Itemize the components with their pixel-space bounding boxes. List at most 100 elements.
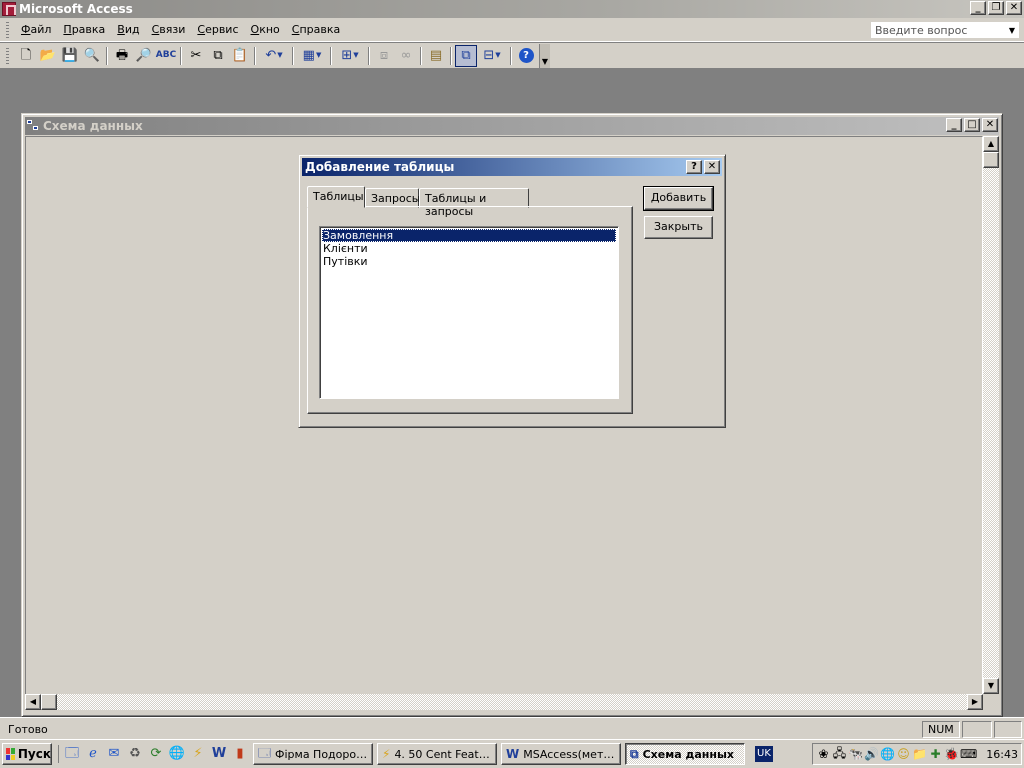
clear-layout-icon[interactable]: ▦ ▼: [297, 45, 327, 67]
language-indicator[interactable]: UK: [755, 746, 773, 762]
num-lock-indicator: NUM: [922, 721, 960, 738]
scroll-down-button[interactable]: ▼: [983, 678, 999, 694]
system-tray: ❀ 🖧 🐄 🔊 🌐 ☺ 📁 ✚ 🐞 ⌨ 16:43: [812, 743, 1022, 765]
toolbar-separator: [420, 46, 422, 65]
taskbar-task-firma[interactable]: 🗔 Фірма Подорож ...: [253, 743, 373, 765]
print-preview-icon[interactable]: 🔎: [133, 45, 155, 67]
relationship-toolbar: 🗋 📂 💾 🔍 🖶 🔎 ABC ✂ ⧉ 📋 ↶ ▼ ▦ ▼ ⊞ ▼ ⧈ ∞ ▤ ⧉ ⊟…: [0, 43, 1024, 69]
internet-explorer-icon[interactable]: ℯ: [84, 745, 102, 763]
relationships-icon[interactable]: ⧉: [455, 44, 477, 67]
menu-window[interactable]: Окно: [245, 21, 286, 38]
paste-icon[interactable]: 📋: [229, 45, 251, 67]
tab-tables[interactable]: Таблицы: [307, 186, 365, 208]
ask-question-box[interactable]: Введите вопрос ▼: [870, 21, 1020, 39]
help-icon[interactable]: ?: [515, 45, 537, 67]
add-table-dialog: Добавление таблицы ? ✕ Таблицы Запросы Т…: [298, 154, 726, 428]
taskbar-task-winamp[interactable]: ⚡ 4. 50 Cent Feat....: [377, 743, 497, 765]
menu-help[interactable]: Справка: [286, 21, 346, 38]
close-dialog-button[interactable]: Закрыть: [644, 216, 713, 239]
menu-view[interactable]: Вид: [111, 21, 145, 38]
open-icon[interactable]: 📂: [37, 45, 59, 67]
menu-relationships[interactable]: Связи: [146, 21, 192, 38]
folder-icon[interactable]: 📁: [912, 747, 927, 761]
desktop-icon[interactable]: 🗔: [63, 745, 81, 763]
globe-icon[interactable]: 🌐: [880, 747, 895, 761]
scroll-left-button[interactable]: ◀: [25, 694, 41, 710]
cow-icon[interactable]: 🐄: [848, 747, 863, 761]
minimize-button[interactable]: _: [970, 1, 986, 15]
size-grip[interactable]: [983, 694, 999, 710]
sync-icon[interactable]: ⟳: [147, 745, 165, 763]
close-button[interactable]: ✕: [982, 118, 998, 132]
show-table-icon[interactable]: ⊞ ▼: [335, 45, 365, 67]
restore-button[interactable]: ❐: [988, 1, 1004, 15]
close-button[interactable]: ✕: [1006, 1, 1022, 15]
copy-icon[interactable]: ⧉: [207, 45, 229, 67]
properties-icon[interactable]: ▤: [425, 45, 447, 67]
toolbar-separator: [180, 46, 182, 65]
relationships-icon[interactable]: [27, 120, 39, 132]
antivirus-icon[interactable]: ✚: [928, 747, 943, 761]
dialog-close-button[interactable]: ✕: [704, 160, 720, 174]
speaker-icon[interactable]: 🔊: [864, 747, 879, 761]
outlook-icon[interactable]: ✉: [105, 745, 123, 763]
chevron-down-icon[interactable]: ▼: [1009, 26, 1015, 35]
scroll-right-button[interactable]: ▶: [967, 694, 983, 710]
winamp-icon[interactable]: ⚡: [189, 745, 207, 763]
recycle-icon[interactable]: ♻: [126, 745, 144, 763]
minimize-button[interactable]: _: [946, 118, 962, 132]
list-item[interactable]: Путівки: [322, 255, 616, 268]
add-table-dialog-title-bar[interactable]: Добавление таблицы ? ✕: [302, 158, 722, 176]
list-item[interactable]: Клієнти: [322, 242, 616, 255]
task-label: Фірма Подорож ...: [275, 747, 368, 761]
word-icon[interactable]: W: [210, 745, 228, 763]
horizontal-scrollbar[interactable]: ◀ ▶: [25, 694, 983, 710]
vertical-scrollbar[interactable]: ▲ ▼: [983, 136, 999, 698]
powerpoint-icon[interactable]: ▮: [231, 745, 249, 763]
relationships-window-title-bar[interactable]: Схема данных _ □ ✕: [25, 117, 999, 135]
app-title-bar[interactable]: Microsoft Access _ ❐ ✕: [0, 0, 1024, 18]
cut-icon[interactable]: ✂: [185, 45, 207, 67]
scroll-thumb[interactable]: [983, 152, 999, 168]
globe-icon[interactable]: 🌐: [168, 745, 186, 763]
save-icon[interactable]: 💾: [59, 45, 81, 67]
flower-icon[interactable]: ❀: [816, 747, 831, 761]
clock[interactable]: 16:43: [986, 748, 1018, 761]
menu-grip[interactable]: [6, 21, 9, 38]
tab-queries[interactable]: Запросы: [365, 188, 420, 208]
keyboard-icon[interactable]: ⌨: [960, 747, 977, 761]
windows-logo-icon: [6, 748, 15, 760]
maximize-button[interactable]: □: [964, 118, 980, 132]
new-object-icon[interactable]: ⊟ ▼: [477, 45, 507, 67]
menu-bar: Файл Правка Вид Связи Сервис Окно Справк…: [0, 18, 1024, 42]
scroll-thumb[interactable]: [41, 694, 57, 710]
menu-edit[interactable]: Правка: [57, 21, 111, 38]
toolbar-options-chevron[interactable]: ▼: [540, 43, 550, 68]
network-icon[interactable]: 🖧: [832, 744, 847, 765]
toolbar-separator: [510, 46, 512, 65]
menu-file[interactable]: Файл: [15, 21, 57, 38]
new-icon[interactable]: 🗋: [15, 45, 37, 67]
show-all-icon[interactable]: ∞: [395, 45, 417, 67]
tab-tables-and-queries[interactable]: Таблицы и запросы: [419, 188, 529, 218]
toolbar-separator: [330, 46, 332, 65]
bug-icon[interactable]: 🐞: [944, 747, 959, 761]
access-app-icon[interactable]: [2, 2, 16, 16]
taskbar-task-relationships[interactable]: ⧉ Схема данных: [625, 743, 745, 765]
status-pane-empty: [962, 721, 992, 738]
menu-tools[interactable]: Сервис: [191, 21, 244, 38]
file-search-icon[interactable]: 🔍: [81, 45, 103, 67]
add-button[interactable]: Добавить: [643, 186, 714, 211]
taskbar-task-word[interactable]: W MSAccess(мето...: [501, 743, 621, 765]
list-item[interactable]: Замовлення: [322, 229, 616, 242]
scroll-up-button[interactable]: ▲: [983, 136, 999, 152]
print-icon[interactable]: 🖶: [111, 45, 133, 67]
face-icon[interactable]: ☺: [896, 747, 911, 761]
table-listbox[interactable]: Замовлення Клієнти Путівки: [319, 226, 619, 399]
dialog-help-button[interactable]: ?: [686, 160, 702, 174]
show-direct-icon[interactable]: ⧈: [373, 45, 395, 67]
spelling-icon[interactable]: ABC: [155, 45, 177, 67]
start-button[interactable]: Пуск: [2, 743, 52, 765]
toolbar-grip[interactable]: [6, 47, 9, 64]
undo-icon[interactable]: ↶ ▼: [259, 45, 289, 67]
